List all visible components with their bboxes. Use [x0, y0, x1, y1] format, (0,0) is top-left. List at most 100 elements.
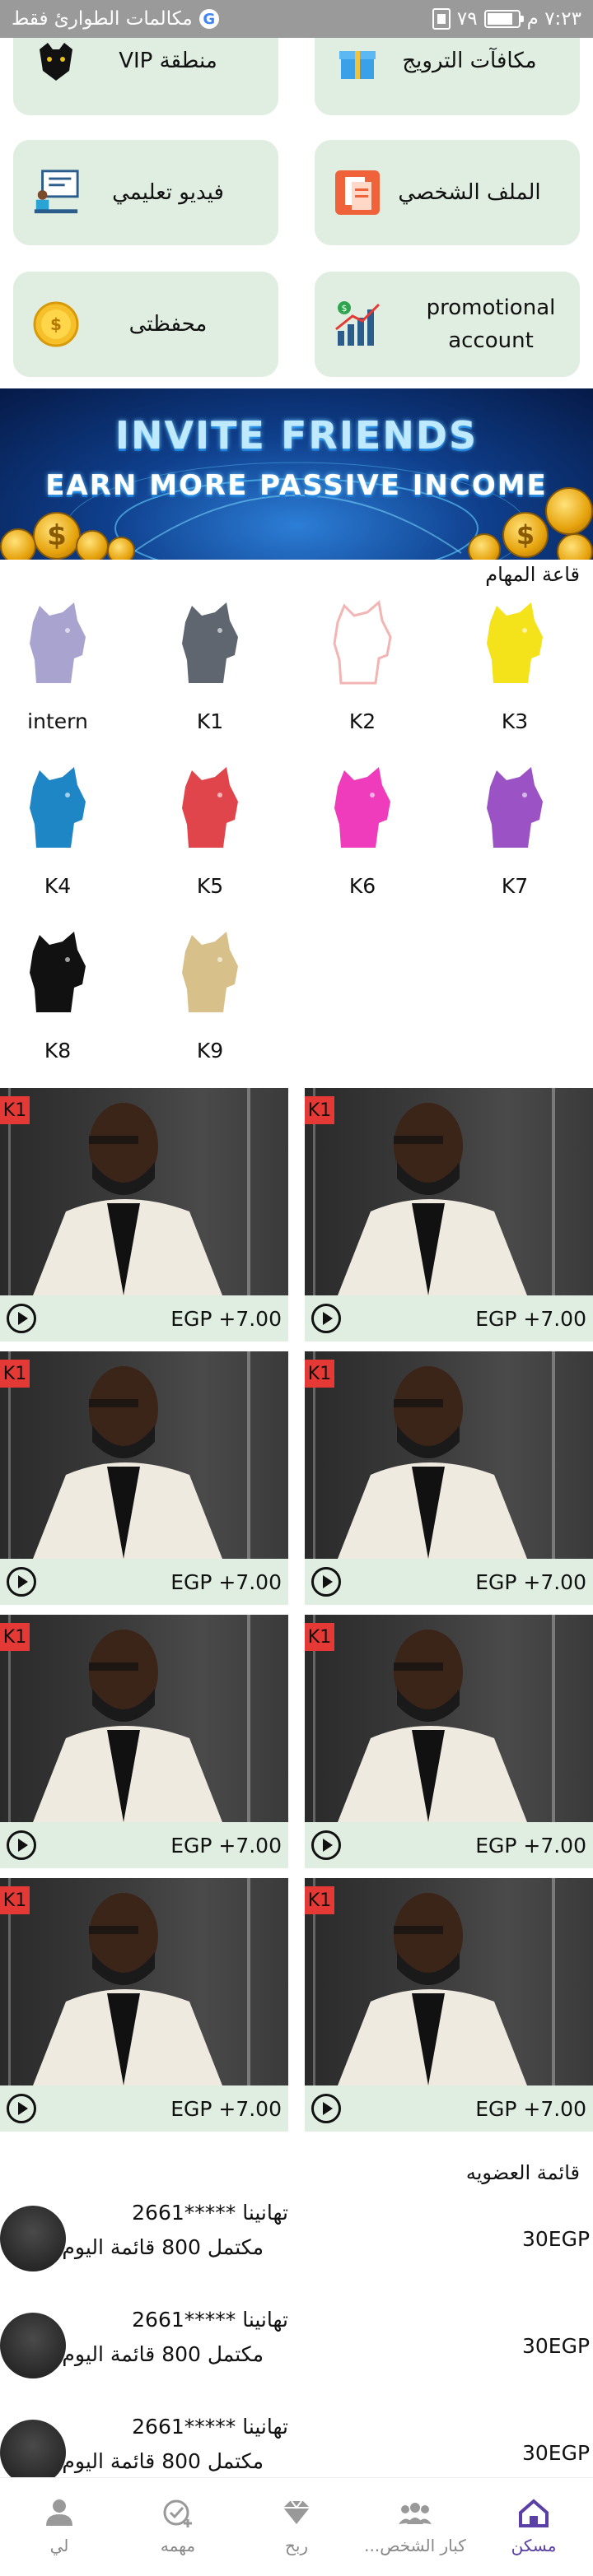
- play-icon[interactable]: [311, 1304, 341, 1333]
- play-icon[interactable]: [7, 2094, 36, 2123]
- level-label: K7: [501, 874, 529, 898]
- banner-subheadline: EARN MORE PASSIVE INCOME: [45, 469, 548, 502]
- level-label: K1: [196, 709, 224, 733]
- person-portrait-image: [313, 1615, 555, 1822]
- level-badge: K1: [0, 1360, 30, 1388]
- coin-icon: $: [502, 512, 549, 558]
- nav-me[interactable]: لي: [0, 2478, 119, 2576]
- nav-profit[interactable]: ربح: [237, 2478, 356, 2576]
- nav-tasks[interactable]: مهمه: [119, 2478, 237, 2576]
- member-amount: 30EGP: [522, 2334, 591, 2358]
- video-reward: EGP +7.00: [170, 2096, 282, 2121]
- play-icon[interactable]: [311, 1830, 341, 1860]
- google-icon: G: [198, 9, 219, 29]
- video-thumbnail: [0, 1088, 288, 1295]
- play-icon[interactable]: [7, 1567, 36, 1597]
- profile-tile[interactable]: الملف الشخصي: [315, 140, 580, 245]
- play-icon[interactable]: [7, 1304, 36, 1333]
- video-reward: EGP +7.00: [475, 1306, 586, 1331]
- video-card[interactable]: K1 EGP +7.00: [305, 1878, 593, 2132]
- video-card[interactable]: K1 EGP +7.00: [0, 1878, 288, 2132]
- level-card[interactable]: K1: [148, 568, 272, 733]
- panther-head-icon: [487, 602, 543, 683]
- level-card[interactable]: K2: [301, 568, 424, 733]
- level-label: K3: [501, 709, 529, 733]
- membership-row: 30EGP تهانينا *****2661 مكتمل 800 قائمة ال…: [0, 2296, 593, 2387]
- video-reward: EGP +7.00: [170, 1306, 282, 1331]
- vip-panther-icon: [31, 36, 81, 86]
- level-card[interactable]: K7: [453, 732, 577, 898]
- banner-headline: INVITE FRIENDS: [114, 413, 479, 458]
- vip-zone-label: VIP منطقة: [119, 49, 217, 73]
- level-card[interactable]: K8: [0, 897, 119, 1062]
- person-portrait-image: [8, 1878, 250, 2085]
- nav-team[interactable]: كبار الشخص...: [356, 2478, 474, 2576]
- nav-home[interactable]: مسكن: [474, 2478, 593, 2576]
- video-reward: EGP +7.00: [475, 1569, 586, 1594]
- video-reward: EGP +7.00: [170, 1833, 282, 1858]
- membership-row: 30EGP تهانينا *****2661 مكتمل 800 قائمة ال…: [0, 2189, 593, 2280]
- wallet-tile[interactable]: محفظتى $: [13, 272, 278, 377]
- video-card[interactable]: K1 EGP +7.00: [0, 1088, 288, 1341]
- video-reward: EGP +7.00: [170, 1569, 282, 1594]
- level-card[interactable]: K6: [301, 732, 424, 898]
- coin-icon: [76, 530, 109, 560]
- svg-text:$: $: [50, 314, 62, 334]
- video-card[interactable]: K1 EGP +7.00: [305, 1088, 593, 1341]
- video-thumbnail: [305, 1351, 593, 1559]
- member-detail: مكتمل 800 قائمة اليوم: [62, 2342, 264, 2366]
- video-thumbnail: [0, 1615, 288, 1822]
- play-icon[interactable]: [7, 1830, 36, 1860]
- status-right: مكالمات الطوارئ فقط G: [12, 8, 219, 30]
- task-check-icon: [163, 2499, 192, 2527]
- document-icon: [333, 168, 382, 217]
- level-card[interactable]: K9: [148, 897, 272, 1062]
- status-time: ٧:٢٣ م: [526, 8, 581, 30]
- video-card[interactable]: K1 EGP +7.00: [0, 1615, 288, 1868]
- profile-label: الملف الشخصي: [398, 180, 541, 205]
- video-reward: EGP +7.00: [475, 1833, 586, 1858]
- panther-head-icon: [487, 767, 543, 848]
- tutorial-video-label: فيديو تعليمي: [112, 180, 224, 205]
- level-card[interactable]: K4: [0, 732, 119, 898]
- video-card[interactable]: K1 EGP +7.00: [305, 1615, 593, 1868]
- coin-icon: [107, 537, 135, 560]
- video-info-bar: EGP +7.00: [0, 1295, 288, 1341]
- member-congrats: تهانينا *****2661: [132, 2201, 288, 2225]
- level-badge: K1: [0, 1886, 30, 1914]
- person-icon: [46, 2499, 72, 2526]
- level-label: K6: [348, 874, 376, 898]
- level-label: intern: [27, 709, 88, 733]
- avatar: [0, 2420, 66, 2485]
- person-portrait-image: [8, 1351, 250, 1559]
- nav-me-label: لي: [49, 2536, 69, 2555]
- wallet-label: محفظتى: [128, 312, 208, 337]
- growth-chart-icon: $: [333, 300, 382, 349]
- battery-icon: [483, 10, 524, 28]
- video-thumbnail: [305, 1615, 593, 1822]
- level-card[interactable]: K5: [148, 732, 272, 898]
- video-info-bar: EGP +7.00: [0, 2085, 288, 2132]
- level-badge: K1: [0, 1096, 30, 1124]
- sim-icon: [432, 8, 451, 30]
- feature-tiles: مكافآت الترويج VIP منطقة الملف الشخصي في…: [0, 0, 593, 387]
- video-card[interactable]: K1 EGP +7.00: [305, 1351, 593, 1605]
- level-card[interactable]: intern: [0, 568, 119, 733]
- tutorial-video-tile[interactable]: فيديو تعليمي: [13, 140, 278, 245]
- nav-home-label: مسكن: [511, 2536, 557, 2555]
- level-badge: K1: [305, 1886, 334, 1914]
- level-card[interactable]: K3: [453, 568, 577, 733]
- coin-icon: $: [31, 300, 81, 349]
- video-info-bar: EGP +7.00: [305, 1295, 593, 1341]
- play-icon[interactable]: [311, 2094, 341, 2123]
- avatar: [0, 2206, 66, 2271]
- status-bar: ٧٩ ٧:٢٣ م مكالمات الطوارئ فقط G: [0, 0, 593, 38]
- invite-banner[interactable]: INVITE FRIENDS EARN MORE PASSIVE INCOME …: [0, 388, 593, 560]
- play-icon[interactable]: [311, 1567, 341, 1597]
- promotional-account-tile[interactable]: $ promotional account: [315, 272, 580, 377]
- coin-icon: [0, 528, 36, 560]
- video-card[interactable]: K1 EGP +7.00: [0, 1351, 288, 1605]
- video-info-bar: EGP +7.00: [0, 1822, 288, 1868]
- promo-rewards-label: مكافآت الترويج: [402, 49, 537, 73]
- nav-tasks-label: مهمه: [160, 2536, 196, 2555]
